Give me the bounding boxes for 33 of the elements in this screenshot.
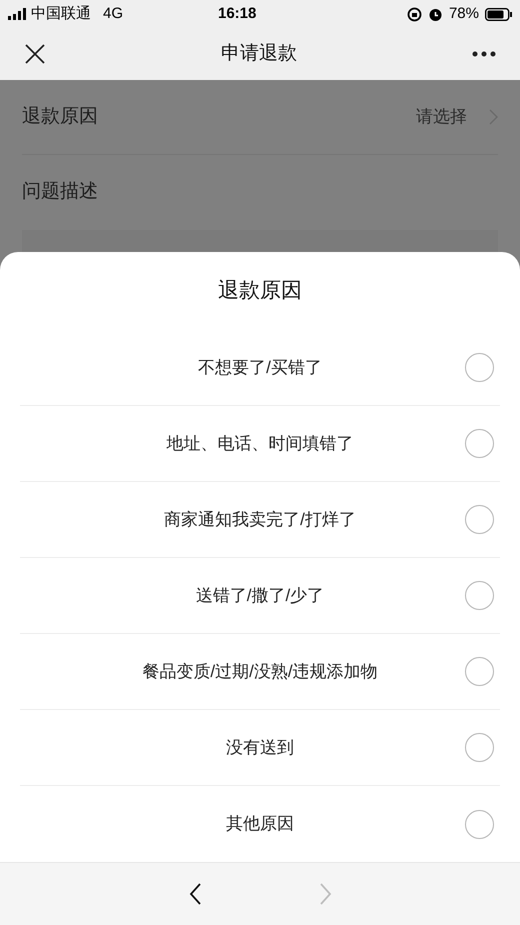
radio-button[interactable]: [465, 429, 494, 458]
close-button[interactable]: [24, 43, 46, 65]
option-label[interactable]: 商家通知我卖完了/打烊了: [164, 506, 356, 532]
option-label[interactable]: 没有送到: [226, 734, 294, 760]
more-button[interactable]: [472, 51, 496, 57]
field-label: 退款原因: [22, 104, 98, 129]
radio-button[interactable]: [465, 505, 494, 534]
battery-icon: [485, 8, 512, 20]
network-type: 4G: [103, 4, 124, 24]
sheet-title: 退款原因: [218, 278, 302, 304]
clock: 16:18: [218, 4, 256, 24]
signal-icon: [8, 8, 28, 20]
option-label[interactable]: 其他原因: [226, 811, 294, 837]
option-label[interactable]: 地址、电话、时间填错了: [166, 430, 354, 456]
radio-button[interactable]: [465, 581, 494, 610]
chevron-right-icon: [318, 882, 332, 906]
battery-percent: 78%: [448, 4, 479, 24]
radio-button[interactable]: [465, 353, 494, 382]
radio-button[interactable]: [465, 657, 494, 686]
page-title: 申请退款: [221, 42, 297, 66]
chevron-left-icon: [188, 882, 202, 906]
select-value[interactable]: 请选择: [416, 104, 467, 130]
carrier-name: 中国联通: [31, 4, 91, 24]
option-label[interactable]: 不想要了/买错了: [198, 354, 322, 380]
option-label[interactable]: 送错了/撒了/少了: [196, 582, 324, 608]
close-icon: [25, 44, 45, 64]
option-label[interactable]: 餐品变质/过期/没熟/违规添加物: [142, 658, 378, 684]
alarm-clock-icon: [428, 6, 443, 22]
rotation-lock-icon: [406, 6, 422, 22]
radio-button[interactable]: [465, 733, 494, 762]
radio-button[interactable]: [465, 810, 494, 838]
more-icon: [472, 51, 496, 57]
field-label: 问题描述: [22, 180, 98, 204]
